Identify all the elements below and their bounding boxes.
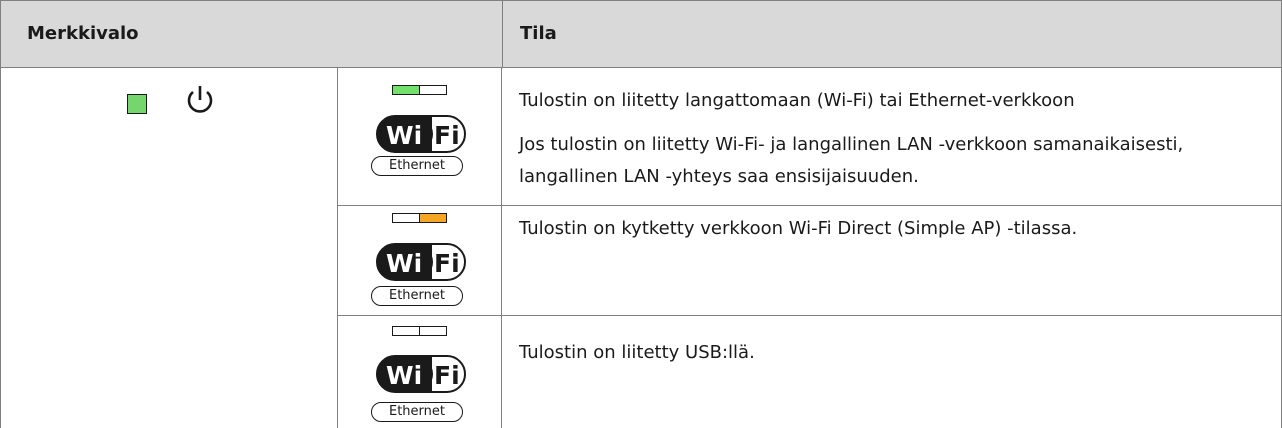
wifi-text-fi: Fi [434,121,460,150]
status-text: Tulostin on liitetty langattomaan (Wi-Fi… [519,90,1075,111]
grid-line [337,205,1282,206]
grid-line [337,68,338,428]
header-merkkivalo: Merkkivalo [27,23,139,44]
network-led-right [418,85,447,95]
network-led-right [418,213,447,223]
status-text: Tulostin on liitetty USB:llä. [519,342,755,363]
status-table: Merkkivalo Tila Wi Fi Ethernet Tulostin … [0,0,1282,428]
power-icon [187,86,213,113]
wifi-icon: Wi Fi [376,115,466,153]
wifi-icon: Wi Fi [376,243,466,281]
ethernet-label: Ethernet [371,286,463,306]
wifi-text-wi: Wi [386,249,422,278]
status-text: Jos tulostin on liitetty Wi-Fi- ja langa… [519,134,1184,155]
network-led-left [392,326,420,336]
wifi-text-wi: Wi [386,361,422,390]
wifi-text-fi: Fi [434,361,460,390]
grid-line [501,68,502,428]
network-led-left [392,85,420,95]
grid-line [337,315,1282,316]
network-led-left [392,213,420,223]
power-light [127,94,147,114]
header-divider [502,1,503,67]
wifi-text-wi: Wi [386,121,422,150]
ethernet-label: Ethernet [371,156,463,176]
header-tila: Tila [520,23,557,44]
wifi-icon: Wi Fi [376,355,466,393]
table-header: Merkkivalo Tila [0,0,1282,68]
grid-line [0,68,1,428]
status-text: Tulostin on kytketty verkkoon Wi-Fi Dire… [519,218,1078,239]
ethernet-label: Ethernet [371,402,463,422]
wifi-text-fi: Fi [434,249,460,278]
network-led-right [418,326,447,336]
status-text: langallinen LAN -yhteys saa ensisijaisuu… [519,166,919,187]
